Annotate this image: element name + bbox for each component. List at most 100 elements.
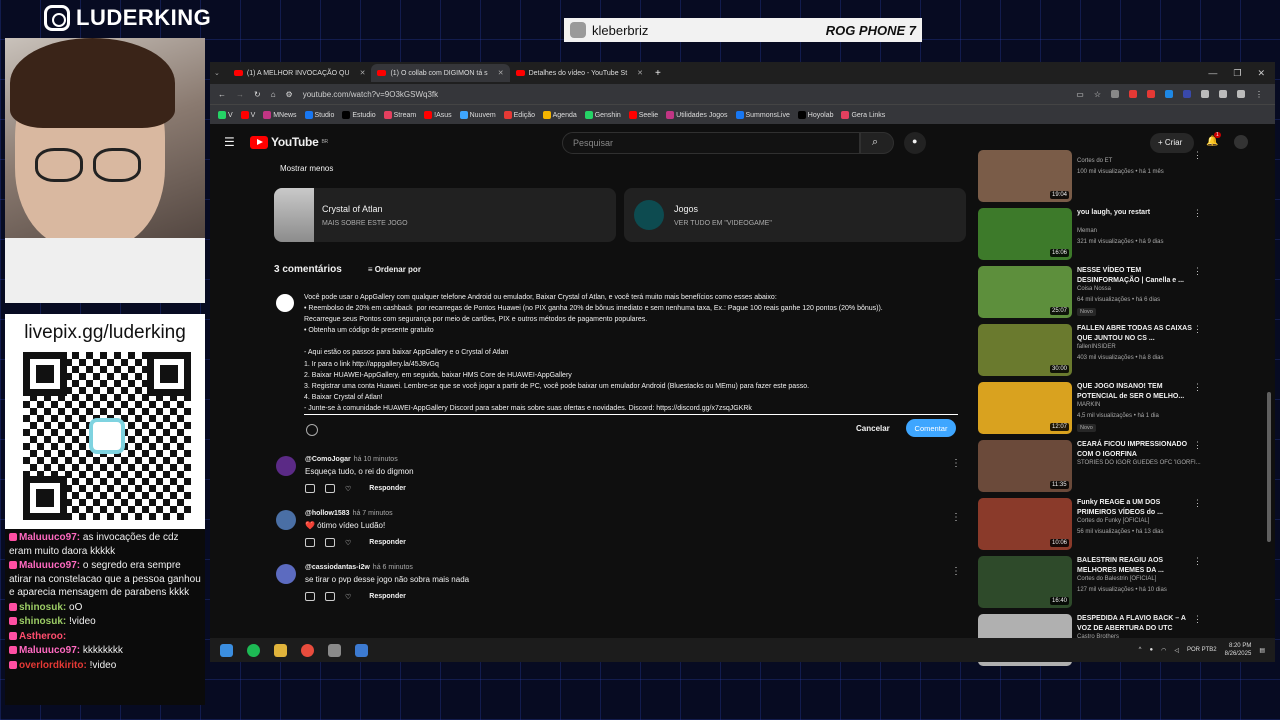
related-video[interactable]: 11:35 CEARÁ FICOU IMPRESSIONADO COM O IGO… bbox=[978, 440, 1208, 494]
tab-2[interactable]: (1) O collab com DIGIMON tá s ✕ bbox=[371, 64, 510, 82]
related-video[interactable]: 25:07 NESSE VÍDEO TEM DESINFORMAÇÃO | Can… bbox=[978, 266, 1208, 320]
maximize-icon[interactable]: ❐ bbox=[1233, 68, 1241, 79]
bookmark-item[interactable]: Estudio bbox=[342, 110, 376, 119]
comment-time[interactable]: há 7 minutos bbox=[353, 510, 393, 517]
more-icon[interactable]: ⋮ bbox=[1193, 266, 1202, 277]
video-channel[interactable]: Cortes do ET bbox=[1077, 158, 1112, 164]
shield-icon[interactable] bbox=[328, 643, 341, 657]
like-icon[interactable] bbox=[305, 538, 315, 547]
related-video[interactable]: 12:07 QUE JOGO INSANO! TEM POTENCIAL de S… bbox=[978, 382, 1208, 436]
extension-icon[interactable] bbox=[1129, 89, 1137, 98]
reload-icon[interactable]: ↻ bbox=[254, 90, 261, 99]
show-less-button[interactable]: Mostrar menos bbox=[280, 164, 333, 173]
cast-icon[interactable]: ▭ bbox=[1076, 90, 1084, 99]
reply-button[interactable]: Responder bbox=[369, 485, 406, 492]
game-link[interactable]: MAIS SOBRE ESTE JOGO bbox=[322, 220, 408, 227]
close-icon[interactable]: ✕ bbox=[637, 69, 643, 77]
category-link[interactable]: VER TUDO EM "VIDEOGAME" bbox=[674, 220, 772, 227]
reply-button[interactable]: Responder bbox=[369, 539, 406, 546]
volume-icon[interactable]: ◁ bbox=[1174, 647, 1179, 654]
sort-button[interactable]: ≡ Ordenar por bbox=[368, 265, 421, 275]
minimize-icon[interactable]: — bbox=[1208, 68, 1217, 79]
extension-icon[interactable] bbox=[1147, 89, 1155, 98]
video-title[interactable]: you laugh, you restart bbox=[1077, 208, 1193, 218]
tab-search-icon[interactable]: ⌄ bbox=[214, 69, 220, 77]
reply-button[interactable]: Responder bbox=[369, 593, 406, 600]
avatar[interactable] bbox=[1234, 135, 1248, 149]
search-button[interactable]: ⌕ bbox=[860, 132, 894, 154]
back-icon[interactable]: ← bbox=[218, 90, 226, 99]
more-icon[interactable]: ⋮ bbox=[1193, 150, 1202, 161]
more-icon[interactable]: ⋮ bbox=[1193, 440, 1202, 451]
close-icon[interactable]: ✕ bbox=[498, 69, 504, 77]
related-video[interactable]: 10:06 Funky REAGE a UM DOS PRIMEIROS VÍDE… bbox=[978, 498, 1208, 552]
more-icon[interactable]: ⋮ bbox=[951, 566, 961, 577]
hamburger-icon[interactable]: ☰ bbox=[224, 135, 235, 149]
comment-author[interactable]: @cassiodantas-i2w bbox=[305, 564, 370, 571]
chrome-icon[interactable] bbox=[301, 643, 314, 657]
heart-icon[interactable]: ♡ bbox=[345, 539, 351, 547]
bookmark-item[interactable]: Agenda bbox=[543, 110, 577, 119]
video-title[interactable]: BALESTRIN REAGIU AOS MELHORES MEMES DA .… bbox=[1077, 556, 1193, 575]
game-card[interactable]: Crystal of Atlan MAIS SOBRE ESTE JOGO bbox=[274, 188, 616, 242]
video-channel[interactable]: Cortes do Balestrin [OFICIAL] bbox=[1077, 576, 1156, 582]
video-title[interactable]: FALLEN ABRE TODAS AS CAIXAS QUE JUNTOU N… bbox=[1077, 324, 1193, 343]
forward-icon[interactable]: → bbox=[236, 90, 244, 99]
bookmark-item[interactable]: V bbox=[218, 110, 233, 119]
bookmark-item[interactable]: Genshin bbox=[584, 110, 621, 119]
more-icon[interactable]: ⋮ bbox=[1193, 498, 1202, 509]
profile-icon[interactable] bbox=[1237, 89, 1245, 98]
extension-icon[interactable] bbox=[1165, 89, 1173, 98]
cancel-button[interactable]: Cancelar bbox=[856, 424, 890, 433]
youtube-logo[interactable]: YouTube BR bbox=[250, 135, 328, 149]
tab-3[interactable]: Detalhes do vídeo - YouTube St ✕ bbox=[510, 64, 649, 82]
like-icon[interactable] bbox=[305, 592, 315, 601]
dislike-icon[interactable] bbox=[325, 592, 335, 601]
wifi-icon[interactable]: ◠ bbox=[1161, 647, 1166, 654]
windows-start-icon[interactable] bbox=[220, 643, 233, 657]
video-channel[interactable]: MARKIN bbox=[1077, 402, 1100, 408]
video-title[interactable]: QUE JOGO INSANO! TEM POTENCIAL de SER O … bbox=[1077, 382, 1193, 401]
like-icon[interactable] bbox=[305, 484, 315, 493]
bookmark-item[interactable]: Seelie bbox=[628, 110, 658, 119]
video-title[interactable]: NESSE VÍDEO TEM DESINFORMAÇÃO | Canella … bbox=[1077, 266, 1193, 285]
more-icon[interactable]: ⋮ bbox=[951, 512, 961, 523]
bookmark-item[interactable]: Gera Links bbox=[841, 110, 885, 119]
dislike-icon[interactable] bbox=[325, 484, 335, 493]
mic-icon[interactable]: ● bbox=[1149, 647, 1153, 653]
notifications-icon[interactable]: ▤ bbox=[1259, 647, 1265, 654]
avatar[interactable] bbox=[276, 510, 296, 530]
more-icon[interactable]: ⋮ bbox=[1193, 556, 1202, 567]
comment-time[interactable]: há 10 minutos bbox=[354, 456, 398, 463]
comment-time[interactable]: há 6 minutos bbox=[373, 564, 413, 571]
bookmark-item[interactable]: Edição bbox=[503, 110, 535, 119]
related-video[interactable]: 16:40 BALESTRIN REAGIU AOS MELHORES MEMES… bbox=[978, 556, 1208, 610]
app-icon[interactable] bbox=[355, 643, 368, 657]
folder-icon[interactable] bbox=[274, 643, 287, 657]
more-icon[interactable]: ⋮ bbox=[1193, 614, 1202, 625]
category-card[interactable]: Jogos VER TUDO EM "VIDEOGAME" bbox=[624, 188, 966, 242]
bookmark-item[interactable]: V bbox=[240, 110, 255, 119]
video-channel[interactable]: Meman bbox=[1077, 228, 1097, 234]
comment-author[interactable]: @hollow1583 bbox=[305, 510, 350, 517]
spotify-icon[interactable] bbox=[247, 643, 260, 657]
bookmark-item[interactable]: MNews bbox=[263, 110, 297, 119]
video-channel[interactable]: fallenINSIDER bbox=[1077, 344, 1116, 350]
menu-icon[interactable]: ⋮ bbox=[1255, 90, 1263, 99]
tab-1[interactable]: (1) A MELHOR INVOCAÇÃO QU ✕ bbox=[228, 64, 372, 82]
language-indicator[interactable]: POR PTB2 bbox=[1187, 647, 1217, 653]
bookmark-item[interactable]: Hoyolab bbox=[797, 110, 833, 119]
search-input[interactable]: Pesquisar bbox=[562, 132, 860, 154]
more-icon[interactable]: ⋮ bbox=[1193, 208, 1202, 219]
related-video[interactable]: 30:00 FALLEN ABRE TODAS AS CAIXAS QUE JUN… bbox=[978, 324, 1208, 378]
bookmark-item[interactable]: Stream bbox=[383, 110, 416, 119]
more-icon[interactable]: ⋮ bbox=[951, 458, 961, 469]
comment-author[interactable]: @ComoJogar bbox=[305, 456, 351, 463]
site-info-icon[interactable]: ⚙ bbox=[286, 90, 293, 99]
extension-icon[interactable] bbox=[1201, 89, 1209, 98]
dislike-icon[interactable] bbox=[325, 538, 335, 547]
close-window-icon[interactable]: ✕ bbox=[1257, 68, 1265, 79]
bookmark-item[interactable]: Utilidades Jogos bbox=[666, 110, 728, 119]
home-icon[interactable]: ⌂ bbox=[271, 90, 276, 99]
related-video[interactable]: 16:06 you laugh, you restart Meman 321 mil … bbox=[978, 208, 1208, 262]
